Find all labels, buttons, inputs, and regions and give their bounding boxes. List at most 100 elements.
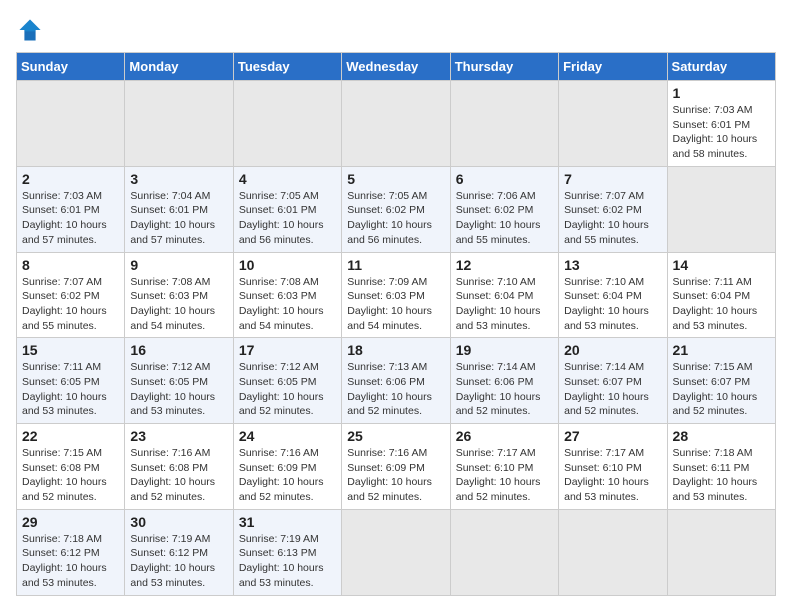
empty-cell	[342, 509, 450, 595]
day-cell-20: 20 Sunrise: 7:14 AM Sunset: 6:07 PM Dayl…	[559, 338, 667, 424]
day-number: 9	[130, 257, 227, 273]
empty-cell	[233, 81, 341, 167]
day-number: 19	[456, 342, 553, 358]
day-number: 13	[564, 257, 661, 273]
calendar-header-friday: Friday	[559, 53, 667, 81]
day-cell-17: 17 Sunrise: 7:12 AM Sunset: 6:05 PM Dayl…	[233, 338, 341, 424]
day-number: 30	[130, 514, 227, 530]
day-number: 14	[673, 257, 770, 273]
day-cell-22: 22 Sunrise: 7:15 AM Sunset: 6:08 PM Dayl…	[17, 424, 125, 510]
calendar-week-5: 22 Sunrise: 7:15 AM Sunset: 6:08 PM Dayl…	[17, 424, 776, 510]
day-cell-31: 31 Sunrise: 7:19 AM Sunset: 6:13 PM Dayl…	[233, 509, 341, 595]
day-info: Sunrise: 7:03 AM Sunset: 6:01 PM Dayligh…	[22, 189, 119, 248]
day-cell-26: 26 Sunrise: 7:17 AM Sunset: 6:10 PM Dayl…	[450, 424, 558, 510]
empty-cell	[450, 81, 558, 167]
day-info: Sunrise: 7:03 AM Sunset: 6:01 PM Dayligh…	[673, 103, 770, 162]
day-cell-13: 13 Sunrise: 7:10 AM Sunset: 6:04 PM Dayl…	[559, 252, 667, 338]
logo-icon	[16, 16, 44, 44]
day-info: Sunrise: 7:16 AM Sunset: 6:09 PM Dayligh…	[347, 446, 444, 505]
day-cell-15: 15 Sunrise: 7:11 AM Sunset: 6:05 PM Dayl…	[17, 338, 125, 424]
calendar-header-saturday: Saturday	[667, 53, 775, 81]
day-info: Sunrise: 7:15 AM Sunset: 6:08 PM Dayligh…	[22, 446, 119, 505]
day-info: Sunrise: 7:13 AM Sunset: 6:06 PM Dayligh…	[347, 360, 444, 419]
day-number: 2	[22, 171, 119, 187]
day-number: 15	[22, 342, 119, 358]
empty-cell	[559, 509, 667, 595]
empty-cell	[125, 81, 233, 167]
calendar-header-row: SundayMondayTuesdayWednesdayThursdayFrid…	[17, 53, 776, 81]
day-cell-29: 29 Sunrise: 7:18 AM Sunset: 6:12 PM Dayl…	[17, 509, 125, 595]
day-number: 31	[239, 514, 336, 530]
day-info: Sunrise: 7:15 AM Sunset: 6:07 PM Dayligh…	[673, 360, 770, 419]
day-number: 28	[673, 428, 770, 444]
calendar-header-tuesday: Tuesday	[233, 53, 341, 81]
day-cell-11: 11 Sunrise: 7:09 AM Sunset: 6:03 PM Dayl…	[342, 252, 450, 338]
calendar-header-thursday: Thursday	[450, 53, 558, 81]
day-cell-2: 2 Sunrise: 7:03 AM Sunset: 6:01 PM Dayli…	[17, 166, 125, 252]
calendar-week-3: 8 Sunrise: 7:07 AM Sunset: 6:02 PM Dayli…	[17, 252, 776, 338]
day-info: Sunrise: 7:05 AM Sunset: 6:01 PM Dayligh…	[239, 189, 336, 248]
empty-cell	[667, 166, 775, 252]
day-cell-8: 8 Sunrise: 7:07 AM Sunset: 6:02 PM Dayli…	[17, 252, 125, 338]
day-cell-10: 10 Sunrise: 7:08 AM Sunset: 6:03 PM Dayl…	[233, 252, 341, 338]
calendar-week-1: 1 Sunrise: 7:03 AM Sunset: 6:01 PM Dayli…	[17, 81, 776, 167]
day-cell-5: 5 Sunrise: 7:05 AM Sunset: 6:02 PM Dayli…	[342, 166, 450, 252]
day-cell-23: 23 Sunrise: 7:16 AM Sunset: 6:08 PM Dayl…	[125, 424, 233, 510]
day-info: Sunrise: 7:18 AM Sunset: 6:11 PM Dayligh…	[673, 446, 770, 505]
day-number: 8	[22, 257, 119, 273]
day-info: Sunrise: 7:12 AM Sunset: 6:05 PM Dayligh…	[239, 360, 336, 419]
calendar-header-sunday: Sunday	[17, 53, 125, 81]
day-info: Sunrise: 7:19 AM Sunset: 6:13 PM Dayligh…	[239, 532, 336, 591]
day-cell-25: 25 Sunrise: 7:16 AM Sunset: 6:09 PM Dayl…	[342, 424, 450, 510]
day-number: 3	[130, 171, 227, 187]
empty-cell	[17, 81, 125, 167]
day-info: Sunrise: 7:07 AM Sunset: 6:02 PM Dayligh…	[22, 275, 119, 334]
day-number: 6	[456, 171, 553, 187]
day-number: 29	[22, 514, 119, 530]
day-number: 10	[239, 257, 336, 273]
day-info: Sunrise: 7:07 AM Sunset: 6:02 PM Dayligh…	[564, 189, 661, 248]
day-number: 21	[673, 342, 770, 358]
page-header	[16, 16, 776, 44]
empty-cell	[450, 509, 558, 595]
day-number: 17	[239, 342, 336, 358]
day-cell-9: 9 Sunrise: 7:08 AM Sunset: 6:03 PM Dayli…	[125, 252, 233, 338]
day-info: Sunrise: 7:17 AM Sunset: 6:10 PM Dayligh…	[456, 446, 553, 505]
empty-cell	[667, 509, 775, 595]
day-cell-19: 19 Sunrise: 7:14 AM Sunset: 6:06 PM Dayl…	[450, 338, 558, 424]
day-number: 20	[564, 342, 661, 358]
day-number: 1	[673, 85, 770, 101]
day-info: Sunrise: 7:16 AM Sunset: 6:08 PM Dayligh…	[130, 446, 227, 505]
day-cell-6: 6 Sunrise: 7:06 AM Sunset: 6:02 PM Dayli…	[450, 166, 558, 252]
day-cell-30: 30 Sunrise: 7:19 AM Sunset: 6:12 PM Dayl…	[125, 509, 233, 595]
day-cell-12: 12 Sunrise: 7:10 AM Sunset: 6:04 PM Dayl…	[450, 252, 558, 338]
day-number: 12	[456, 257, 553, 273]
day-cell-4: 4 Sunrise: 7:05 AM Sunset: 6:01 PM Dayli…	[233, 166, 341, 252]
day-number: 11	[347, 257, 444, 273]
calendar-header-monday: Monday	[125, 53, 233, 81]
day-number: 5	[347, 171, 444, 187]
empty-cell	[342, 81, 450, 167]
day-info: Sunrise: 7:04 AM Sunset: 6:01 PM Dayligh…	[130, 189, 227, 248]
day-info: Sunrise: 7:17 AM Sunset: 6:10 PM Dayligh…	[564, 446, 661, 505]
day-info: Sunrise: 7:14 AM Sunset: 6:06 PM Dayligh…	[456, 360, 553, 419]
day-cell-27: 27 Sunrise: 7:17 AM Sunset: 6:10 PM Dayl…	[559, 424, 667, 510]
day-number: 22	[22, 428, 119, 444]
day-cell-7: 7 Sunrise: 7:07 AM Sunset: 6:02 PM Dayli…	[559, 166, 667, 252]
day-cell-18: 18 Sunrise: 7:13 AM Sunset: 6:06 PM Dayl…	[342, 338, 450, 424]
day-info: Sunrise: 7:19 AM Sunset: 6:12 PM Dayligh…	[130, 532, 227, 591]
day-cell-16: 16 Sunrise: 7:12 AM Sunset: 6:05 PM Dayl…	[125, 338, 233, 424]
day-info: Sunrise: 7:08 AM Sunset: 6:03 PM Dayligh…	[130, 275, 227, 334]
calendar-body: 1 Sunrise: 7:03 AM Sunset: 6:01 PM Dayli…	[17, 81, 776, 596]
day-cell-24: 24 Sunrise: 7:16 AM Sunset: 6:09 PM Dayl…	[233, 424, 341, 510]
day-number: 26	[456, 428, 553, 444]
day-info: Sunrise: 7:12 AM Sunset: 6:05 PM Dayligh…	[130, 360, 227, 419]
day-number: 25	[347, 428, 444, 444]
day-info: Sunrise: 7:18 AM Sunset: 6:12 PM Dayligh…	[22, 532, 119, 591]
day-number: 23	[130, 428, 227, 444]
day-cell-28: 28 Sunrise: 7:18 AM Sunset: 6:11 PM Dayl…	[667, 424, 775, 510]
day-info: Sunrise: 7:10 AM Sunset: 6:04 PM Dayligh…	[564, 275, 661, 334]
day-cell-21: 21 Sunrise: 7:15 AM Sunset: 6:07 PM Dayl…	[667, 338, 775, 424]
day-number: 27	[564, 428, 661, 444]
calendar-week-4: 15 Sunrise: 7:11 AM Sunset: 6:05 PM Dayl…	[17, 338, 776, 424]
